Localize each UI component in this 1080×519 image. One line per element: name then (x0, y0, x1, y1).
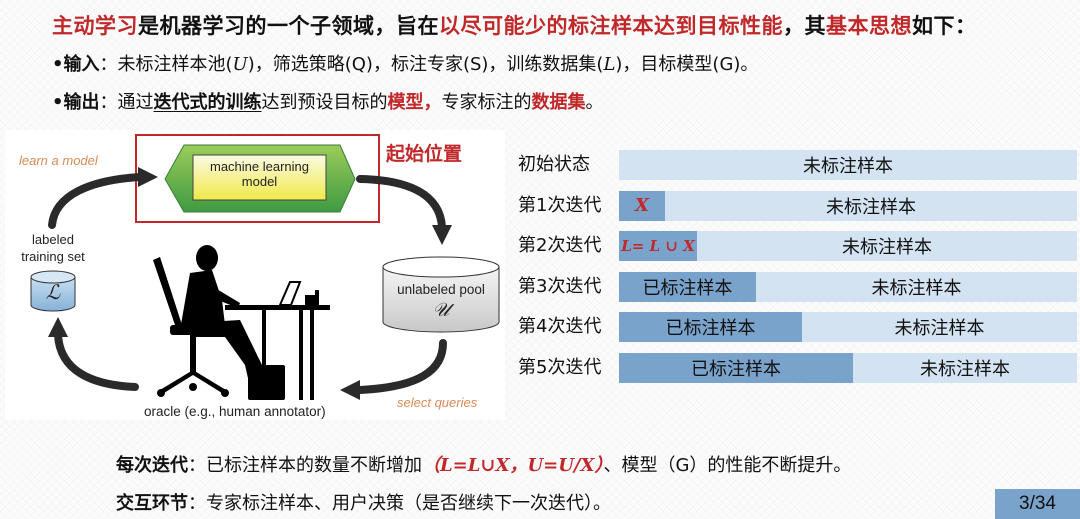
iteration-bar: 已标注样本 未标注样本 (619, 352, 1077, 383)
labeled-segment-text: 已标注样本 (665, 318, 756, 339)
slide-title: 主动学习是机器学习的一个子领域，旨在以尽可能少的标注样本达到目标性能，其基本思想… (52, 10, 977, 40)
unlabeled-cylinder-top (382, 256, 500, 278)
unlabeled-pool-label: unlabeled pool (397, 282, 485, 297)
symbol-u: U (232, 54, 248, 75)
title-text-2: ，其 (783, 14, 826, 38)
each-iteration-note: 每次迭代：已标注样本的数量不断增加（L=L∪X，U=U/X）、模型（G）的性能不… (116, 451, 851, 477)
labeled-segment-text: 已标注样本 (642, 277, 733, 299)
iteration-row-label: 第1次迭代 (518, 194, 602, 216)
labeled-segment: 已标注样本 (619, 312, 802, 342)
unlabeled-segment: 未标注样本 (920, 358, 1010, 380)
output-line: •输出：通过迭代式的训练达到预设目标的模型，专家标注的数据集。 (52, 88, 604, 114)
colon: ： (188, 493, 206, 514)
input-line: •输入：未标注样本池(U)，筛选策略(Q)，标注专家(S)，训练数据集(L)，目… (52, 50, 758, 76)
title-active-learning: 主动学习 (52, 14, 138, 38)
iteration-bar: 未标注样本 (619, 150, 1077, 180)
page-number: 3/34 (995, 489, 1080, 519)
iteration-row-label: 初始状态 (518, 154, 590, 175)
active-learning-cycle-diagram: learn a model machine learning model lab… (0, 125, 510, 425)
iteration-row: 第4次迭代 已标注样本 未标注样本 (518, 312, 1078, 342)
iteration-row-label: 第5次迭代 (518, 356, 602, 378)
title-basic-idea: 基本思想 (826, 14, 912, 38)
iteration-row-label: 第4次迭代 (518, 316, 602, 337)
colon: ： (99, 92, 118, 113)
unlabeled-segment: 未标注样本 (803, 156, 893, 177)
bullet: • (52, 92, 64, 113)
labeled-segment: L= L ∪ X (619, 231, 697, 261)
input-text-2: )，筛选策略(Q)，标注专家(S)，训练数据集( (247, 54, 604, 75)
oracle-label: oracle (e.g., human annotator) (144, 404, 326, 419)
output-model: 模型， (387, 92, 442, 113)
iteration-row: 第2次迭代 L= L ∪ X 未标注样本 (518, 231, 1078, 261)
learn-a-model-label: learn a model (19, 153, 98, 168)
labeled-segment: 已标注样本 (619, 271, 756, 302)
iteration-row: 初始状态 未标注样本 (518, 150, 1078, 180)
symbol-l: L (603, 54, 616, 75)
model-label-line2: model (241, 174, 278, 189)
labeled-training-set-label: labeled training set (10, 231, 96, 265)
input-text: 未标注样本池( (117, 54, 233, 75)
iteration-bar: 已标注样本 未标注样本 (619, 312, 1077, 342)
input-label: 输入 (63, 54, 100, 75)
each-iteration-text-2: 、模型（G）的性能不断提升。 (603, 455, 852, 476)
colon: ： (188, 455, 206, 476)
labeled-segment-text: 已标注样本 (691, 358, 781, 380)
output-text-3: 专家标注的 (441, 92, 532, 113)
each-iteration-text: 已标注样本的数量不断增加 (206, 455, 422, 476)
colon: ： (99, 54, 118, 75)
unlabeled-pool-symbol: 𝒰 (432, 299, 450, 321)
model-label-line1: machine learning (209, 159, 309, 174)
unlabeled-segment: 未标注样本 (894, 318, 985, 339)
output-dataset: 数据集 (531, 92, 586, 113)
interaction-note: 交互环节：专家标注样本、用户决策（是否继续下一次迭代）。 (116, 489, 611, 515)
output-text: 通过 (117, 92, 154, 113)
output-text-4: 。 (585, 92, 604, 113)
iterative-training: 迭代式的训练 (153, 92, 262, 113)
labeled-segment-text: X (635, 195, 649, 216)
model-label: machine learning model (193, 159, 326, 189)
update-formula: （L=L∪X，U=U/X） (422, 455, 604, 476)
interaction-text: 专家标注样本、用户决策（是否继续下一次迭代）。 (206, 493, 611, 514)
title-text: 是机器学习的一个子领域，旨在 (138, 14, 439, 38)
labeled-segment: 已标注样本 (619, 352, 853, 383)
iteration-bar: 已标注样本 未标注样本 (619, 271, 1077, 302)
iteration-row-label: 第2次迭代 (518, 235, 602, 256)
interaction-label: 交互环节 (116, 493, 188, 514)
labeled-line2: training set (21, 249, 85, 264)
labeled-segment: X (619, 190, 665, 221)
title-text-3: 如下： (912, 14, 977, 38)
unlabeled-segment: 未标注样本 (842, 237, 932, 258)
iteration-row-label: 第3次迭代 (518, 275, 602, 297)
bullet: • (52, 54, 64, 75)
select-queries-label: select queries (397, 395, 478, 410)
input-text-3: )，目标模型(G)。 (615, 54, 759, 75)
unlabeled-segment: 未标注样本 (826, 196, 916, 218)
labeled-line1: labeled (32, 232, 74, 247)
iteration-bar: L= L ∪ X 未标注样本 (619, 231, 1077, 261)
output-label: 输出 (63, 92, 100, 113)
iteration-bar: X 未标注样本 (619, 190, 1077, 221)
labeled-segment-text: L= L ∪ X (621, 237, 695, 255)
each-iteration-label: 每次迭代 (116, 455, 188, 476)
iteration-row: 第3次迭代 已标注样本 未标注样本 (518, 271, 1078, 302)
unlabeled-segment: 未标注样本 (871, 277, 962, 299)
labeled-set-symbol: ℒ (45, 280, 61, 304)
start-position-label: 起始位置 (386, 143, 463, 165)
iteration-row: 第1次迭代 X 未标注样本 (518, 190, 1078, 221)
output-text-2: 达到预设目标的 (261, 92, 388, 113)
title-goal: 以尽可能少的标注样本达到目标性能 (439, 14, 783, 38)
iteration-row: 第5次迭代 已标注样本 未标注样本 (518, 352, 1078, 383)
